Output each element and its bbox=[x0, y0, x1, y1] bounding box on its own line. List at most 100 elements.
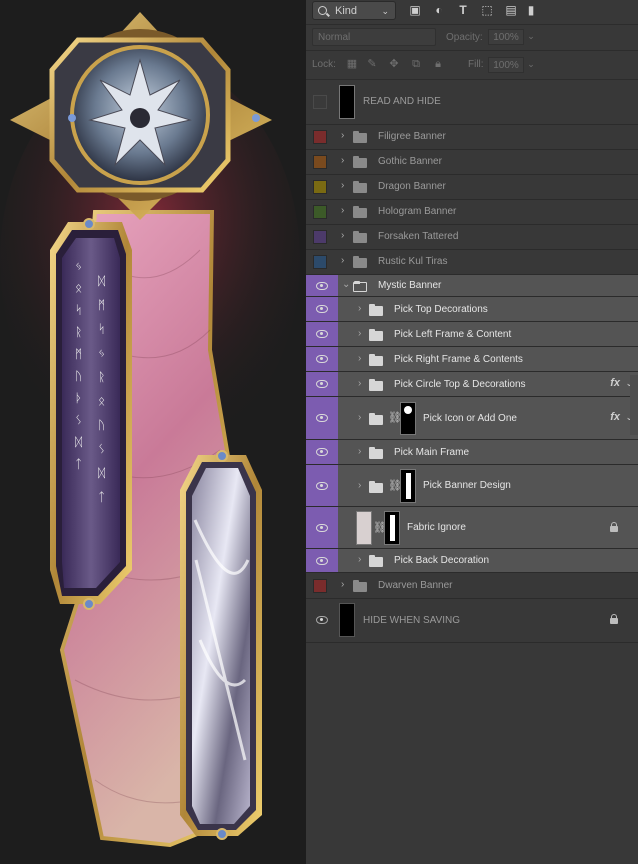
chevron-right-icon[interactable]: › bbox=[358, 353, 361, 364]
chevron-down-icon[interactable]: ⌄ bbox=[524, 57, 538, 71]
layer-row-pick-banner-design[interactable]: › ⛓︎ Pick Banner Design bbox=[306, 465, 638, 507]
eye-icon bbox=[316, 482, 328, 490]
layer-row-read-and-hide[interactable]: READ AND HIDE bbox=[306, 79, 638, 125]
lock-transparent-icon[interactable]: ▦ bbox=[346, 58, 358, 70]
filter-kind-dropdown[interactable]: Kind ⌄ bbox=[312, 1, 396, 20]
eye-icon bbox=[316, 330, 328, 338]
visibility-toggle[interactable] bbox=[306, 322, 338, 346]
lock-artboard-icon[interactable]: ⧉ bbox=[410, 58, 422, 70]
visibility-toggle[interactable] bbox=[306, 549, 338, 572]
visibility-toggle[interactable] bbox=[306, 397, 338, 439]
layer-row-fabric-ignore[interactable]: ⛓︎ Fabric Ignore bbox=[306, 507, 638, 549]
layer-row-mystic-banner[interactable]: ⌄ Mystic Banner bbox=[306, 275, 638, 297]
layer-row-pick-circle-top[interactable]: › Pick Circle Top & Decorations fx ⌄ bbox=[306, 372, 638, 397]
chevron-right-icon[interactable]: › bbox=[341, 230, 344, 241]
blend-mode-dropdown[interactable]: Normal bbox=[312, 28, 436, 46]
rune-glyph: ᛟ bbox=[98, 394, 105, 408]
mask-thumbnail[interactable] bbox=[400, 469, 416, 503]
chevron-right-icon[interactable]: › bbox=[341, 130, 344, 141]
layer-row-rustic-kul-tiras[interactable]: › Rustic Kul Tiras bbox=[306, 250, 638, 275]
visibility-toggle[interactable] bbox=[306, 150, 338, 174]
layer-row-pick-left-frame[interactable]: › Pick Left Frame & Content bbox=[306, 322, 638, 347]
folder-icon bbox=[353, 181, 367, 193]
layer-row-pick-main-frame[interactable]: › Pick Main Frame bbox=[306, 440, 638, 465]
eye-icon bbox=[316, 305, 328, 313]
eye-icon bbox=[316, 380, 328, 388]
shape-filter-icon[interactable]: ⬚ bbox=[480, 3, 494, 17]
color-tag bbox=[313, 155, 327, 169]
toggle-filter-icon[interactable]: ▮ bbox=[526, 3, 536, 17]
chevron-right-icon[interactable]: › bbox=[358, 446, 361, 457]
effects-badge[interactable]: fx bbox=[610, 377, 620, 389]
effects-badge[interactable]: fx bbox=[610, 411, 620, 423]
visibility-toggle[interactable] bbox=[306, 372, 338, 396]
layer-row-pick-right-frame[interactable]: › Pick Right Frame & Contents bbox=[306, 347, 638, 372]
rune-glyph: ᛞ bbox=[75, 435, 82, 449]
rune-glyph: ᚢ bbox=[75, 369, 82, 383]
chevron-right-icon[interactable]: › bbox=[358, 378, 361, 389]
layer-name: Pick Circle Top & Decorations bbox=[394, 379, 526, 390]
rune-glyph: ᛃ bbox=[98, 346, 105, 360]
visibility-toggle[interactable] bbox=[306, 250, 338, 274]
folder-icon bbox=[353, 131, 367, 143]
chevron-right-icon[interactable]: › bbox=[341, 155, 344, 166]
layer-filter-bar: Kind ⌄ ▣ ◐ T ⬚ ▤ ▮ bbox=[306, 0, 638, 24]
type-filter-icon[interactable]: T bbox=[456, 3, 470, 17]
layers-scrollbar[interactable] bbox=[630, 375, 638, 435]
layer-row-hologram-banner[interactable]: › Hologram Banner bbox=[306, 200, 638, 225]
chevron-right-icon[interactable]: › bbox=[358, 328, 361, 339]
layer-row-dragon-banner[interactable]: › Dragon Banner bbox=[306, 175, 638, 200]
layer-thumbnail[interactable] bbox=[356, 511, 372, 545]
smart-object-filter-icon[interactable]: ▤ bbox=[504, 3, 518, 17]
layer-row-gothic-banner[interactable]: › Gothic Banner bbox=[306, 150, 638, 175]
visibility-toggle[interactable] bbox=[306, 507, 338, 548]
visibility-toggle[interactable] bbox=[306, 79, 338, 124]
chevron-down-icon[interactable]: ⌄ bbox=[342, 279, 350, 290]
chevron-right-icon[interactable]: › bbox=[341, 579, 344, 590]
layer-row-pick-top-decorations[interactable]: › Pick Top Decorations bbox=[306, 297, 638, 322]
chevron-right-icon[interactable]: › bbox=[358, 554, 361, 565]
opacity-label: Opacity: bbox=[446, 32, 483, 43]
fill-field[interactable]: 100% bbox=[488, 57, 524, 73]
chevron-down-icon[interactable]: ⌄ bbox=[524, 29, 538, 43]
layer-row-filigree-banner[interactable]: › Filigree Banner bbox=[306, 125, 638, 150]
eye-icon bbox=[316, 414, 328, 422]
opacity-field[interactable]: 100% bbox=[488, 29, 524, 45]
layer-row-pick-back-decoration[interactable]: › Pick Back Decoration bbox=[306, 549, 638, 573]
lock-all-icon[interactable]: 🔒︎ bbox=[432, 58, 444, 70]
visibility-toggle[interactable] bbox=[306, 175, 338, 199]
image-filter-icon[interactable]: ▣ bbox=[408, 3, 422, 17]
rune-glyph: ᛏ bbox=[98, 490, 105, 504]
visibility-toggle[interactable] bbox=[306, 440, 338, 464]
chevron-right-icon[interactable]: › bbox=[358, 412, 361, 423]
layer-row-pick-icon[interactable]: › ⛓︎ Pick Icon or Add One fx ⌄ bbox=[306, 397, 638, 440]
layer-row-dwarven-banner[interactable]: › Dwarven Banner bbox=[306, 573, 638, 599]
visibility-toggle[interactable] bbox=[306, 225, 338, 249]
chevron-right-icon[interactable]: › bbox=[341, 180, 344, 191]
visibility-toggle[interactable] bbox=[306, 275, 338, 296]
lock-image-icon[interactable]: ✎ bbox=[366, 58, 378, 70]
visibility-toggle[interactable] bbox=[306, 297, 338, 321]
visibility-toggle[interactable] bbox=[306, 125, 338, 149]
mask-thumbnail[interactable] bbox=[384, 511, 400, 545]
document-canvas[interactable]: ᛃᛟᛋᚱᛗᚢᚦᛊᛞᛏᛞᛗᛋᛃᚱᛟᚢᛊᛞᛏ bbox=[0, 0, 306, 864]
mask-thumbnail[interactable] bbox=[400, 402, 416, 435]
lock-position-icon[interactable]: ✥ bbox=[388, 58, 400, 70]
visibility-toggle[interactable] bbox=[306, 599, 338, 642]
visibility-toggle[interactable] bbox=[306, 573, 338, 598]
folder-icon bbox=[369, 379, 383, 391]
chevron-right-icon[interactable]: › bbox=[341, 205, 344, 216]
visibility-toggle[interactable] bbox=[306, 465, 338, 506]
layer-row-forsaken-tattered[interactable]: › Forsaken Tattered bbox=[306, 225, 638, 250]
adjustment-filter-icon[interactable]: ◐ bbox=[432, 3, 446, 17]
eye-icon bbox=[316, 524, 328, 532]
visibility-toggle[interactable] bbox=[306, 200, 338, 224]
chevron-right-icon[interactable]: › bbox=[358, 303, 361, 314]
blend-options-bar: Normal Opacity: 100% ⌄ bbox=[306, 24, 638, 51]
chevron-right-icon[interactable]: › bbox=[358, 480, 361, 491]
chevron-right-icon[interactable]: › bbox=[341, 255, 344, 266]
folder-icon bbox=[369, 354, 383, 366]
rune-glyph: ᛋ bbox=[98, 322, 105, 336]
visibility-toggle[interactable] bbox=[306, 347, 338, 371]
layer-row-hide-when-saving[interactable]: HIDE WHEN SAVING bbox=[306, 599, 638, 643]
